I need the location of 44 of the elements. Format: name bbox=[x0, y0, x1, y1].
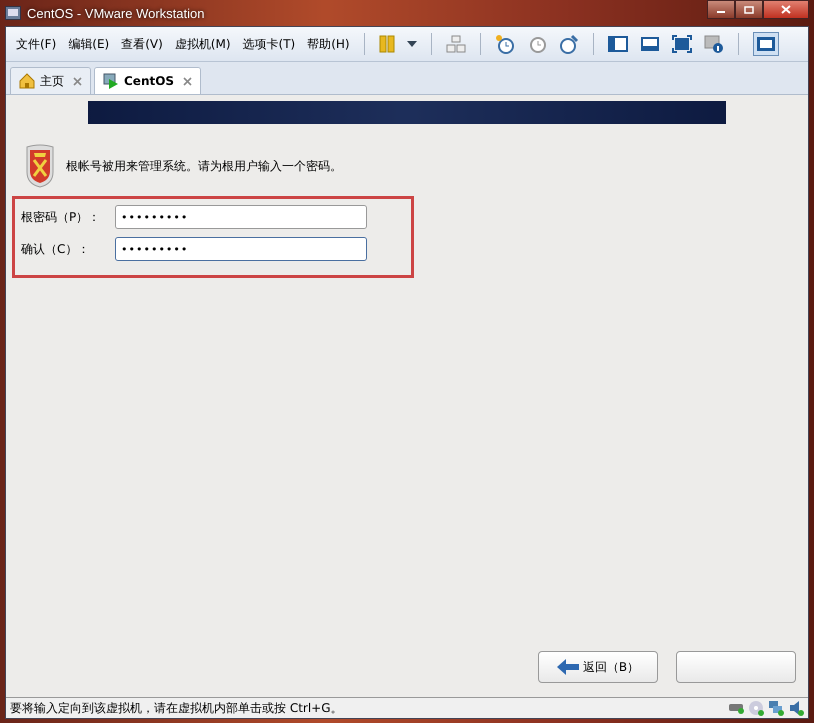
field-label: 根密码（P）： bbox=[21, 208, 102, 226]
close-tab-icon[interactable] bbox=[73, 76, 82, 86]
tab-label: 主页 bbox=[40, 72, 64, 90]
password-field[interactable]: ••••••••• bbox=[115, 237, 367, 261]
console-view-icon[interactable] bbox=[640, 36, 660, 52]
maximize-button[interactable] bbox=[735, 0, 763, 19]
close-tab-icon[interactable] bbox=[183, 76, 192, 86]
speaker-icon bbox=[788, 700, 804, 716]
tab[interactable]: 主页 bbox=[10, 67, 91, 94]
pause-icon[interactable] bbox=[378, 35, 395, 53]
menu-item[interactable]: 虚拟机(M) bbox=[170, 34, 235, 54]
status-text: 要将输入定向到该虚拟机，请在虚拟机内部单击或按 Ctrl+G。 bbox=[10, 700, 343, 716]
menu-item[interactable]: 文件(F) bbox=[12, 34, 60, 54]
menu-item[interactable]: 编辑(E) bbox=[64, 34, 114, 54]
back-button[interactable]: 返回（B） bbox=[538, 651, 658, 683]
menu-item[interactable]: 查看(V) bbox=[117, 34, 167, 54]
snapshot-clock-icon[interactable] bbox=[494, 34, 515, 54]
sidebar-view-icon[interactable] bbox=[608, 36, 628, 52]
field-label: 确认（C）： bbox=[21, 240, 90, 258]
vm-play-icon bbox=[103, 73, 119, 89]
network-icon bbox=[768, 700, 784, 716]
app-icon bbox=[5, 6, 21, 20]
menu-item[interactable]: 选项卡(T) bbox=[238, 34, 300, 54]
unity-view-icon[interactable] bbox=[752, 32, 779, 56]
instruction-text: 根帐号被用来管理系统。请为根用户输入一个密码。 bbox=[66, 158, 342, 174]
tab[interactable]: CentOS bbox=[94, 67, 202, 94]
back-arrow-icon bbox=[556, 659, 579, 675]
clock-wrench-icon[interactable] bbox=[558, 34, 579, 54]
window-title: CentOS - VMware Workstation bbox=[27, 6, 204, 20]
tab-label: CentOS bbox=[124, 74, 174, 88]
disc-icon bbox=[748, 700, 764, 716]
network-boxes-icon[interactable] bbox=[446, 35, 466, 53]
home-icon bbox=[19, 73, 35, 89]
dropdown-caret-icon[interactable] bbox=[406, 41, 417, 47]
maximize-icon bbox=[744, 6, 754, 14]
close-button[interactable] bbox=[763, 0, 809, 19]
fullscreen-icon[interactable] bbox=[672, 35, 692, 53]
close-icon bbox=[781, 5, 791, 14]
window-info-icon[interactable] bbox=[704, 35, 724, 53]
password-field[interactable]: ••••••••• bbox=[115, 205, 367, 229]
minimize-button[interactable] bbox=[707, 0, 735, 19]
menu-item[interactable]: 帮助(H) bbox=[303, 34, 354, 54]
shield-icon bbox=[24, 144, 56, 188]
next-button[interactable] bbox=[676, 651, 796, 683]
